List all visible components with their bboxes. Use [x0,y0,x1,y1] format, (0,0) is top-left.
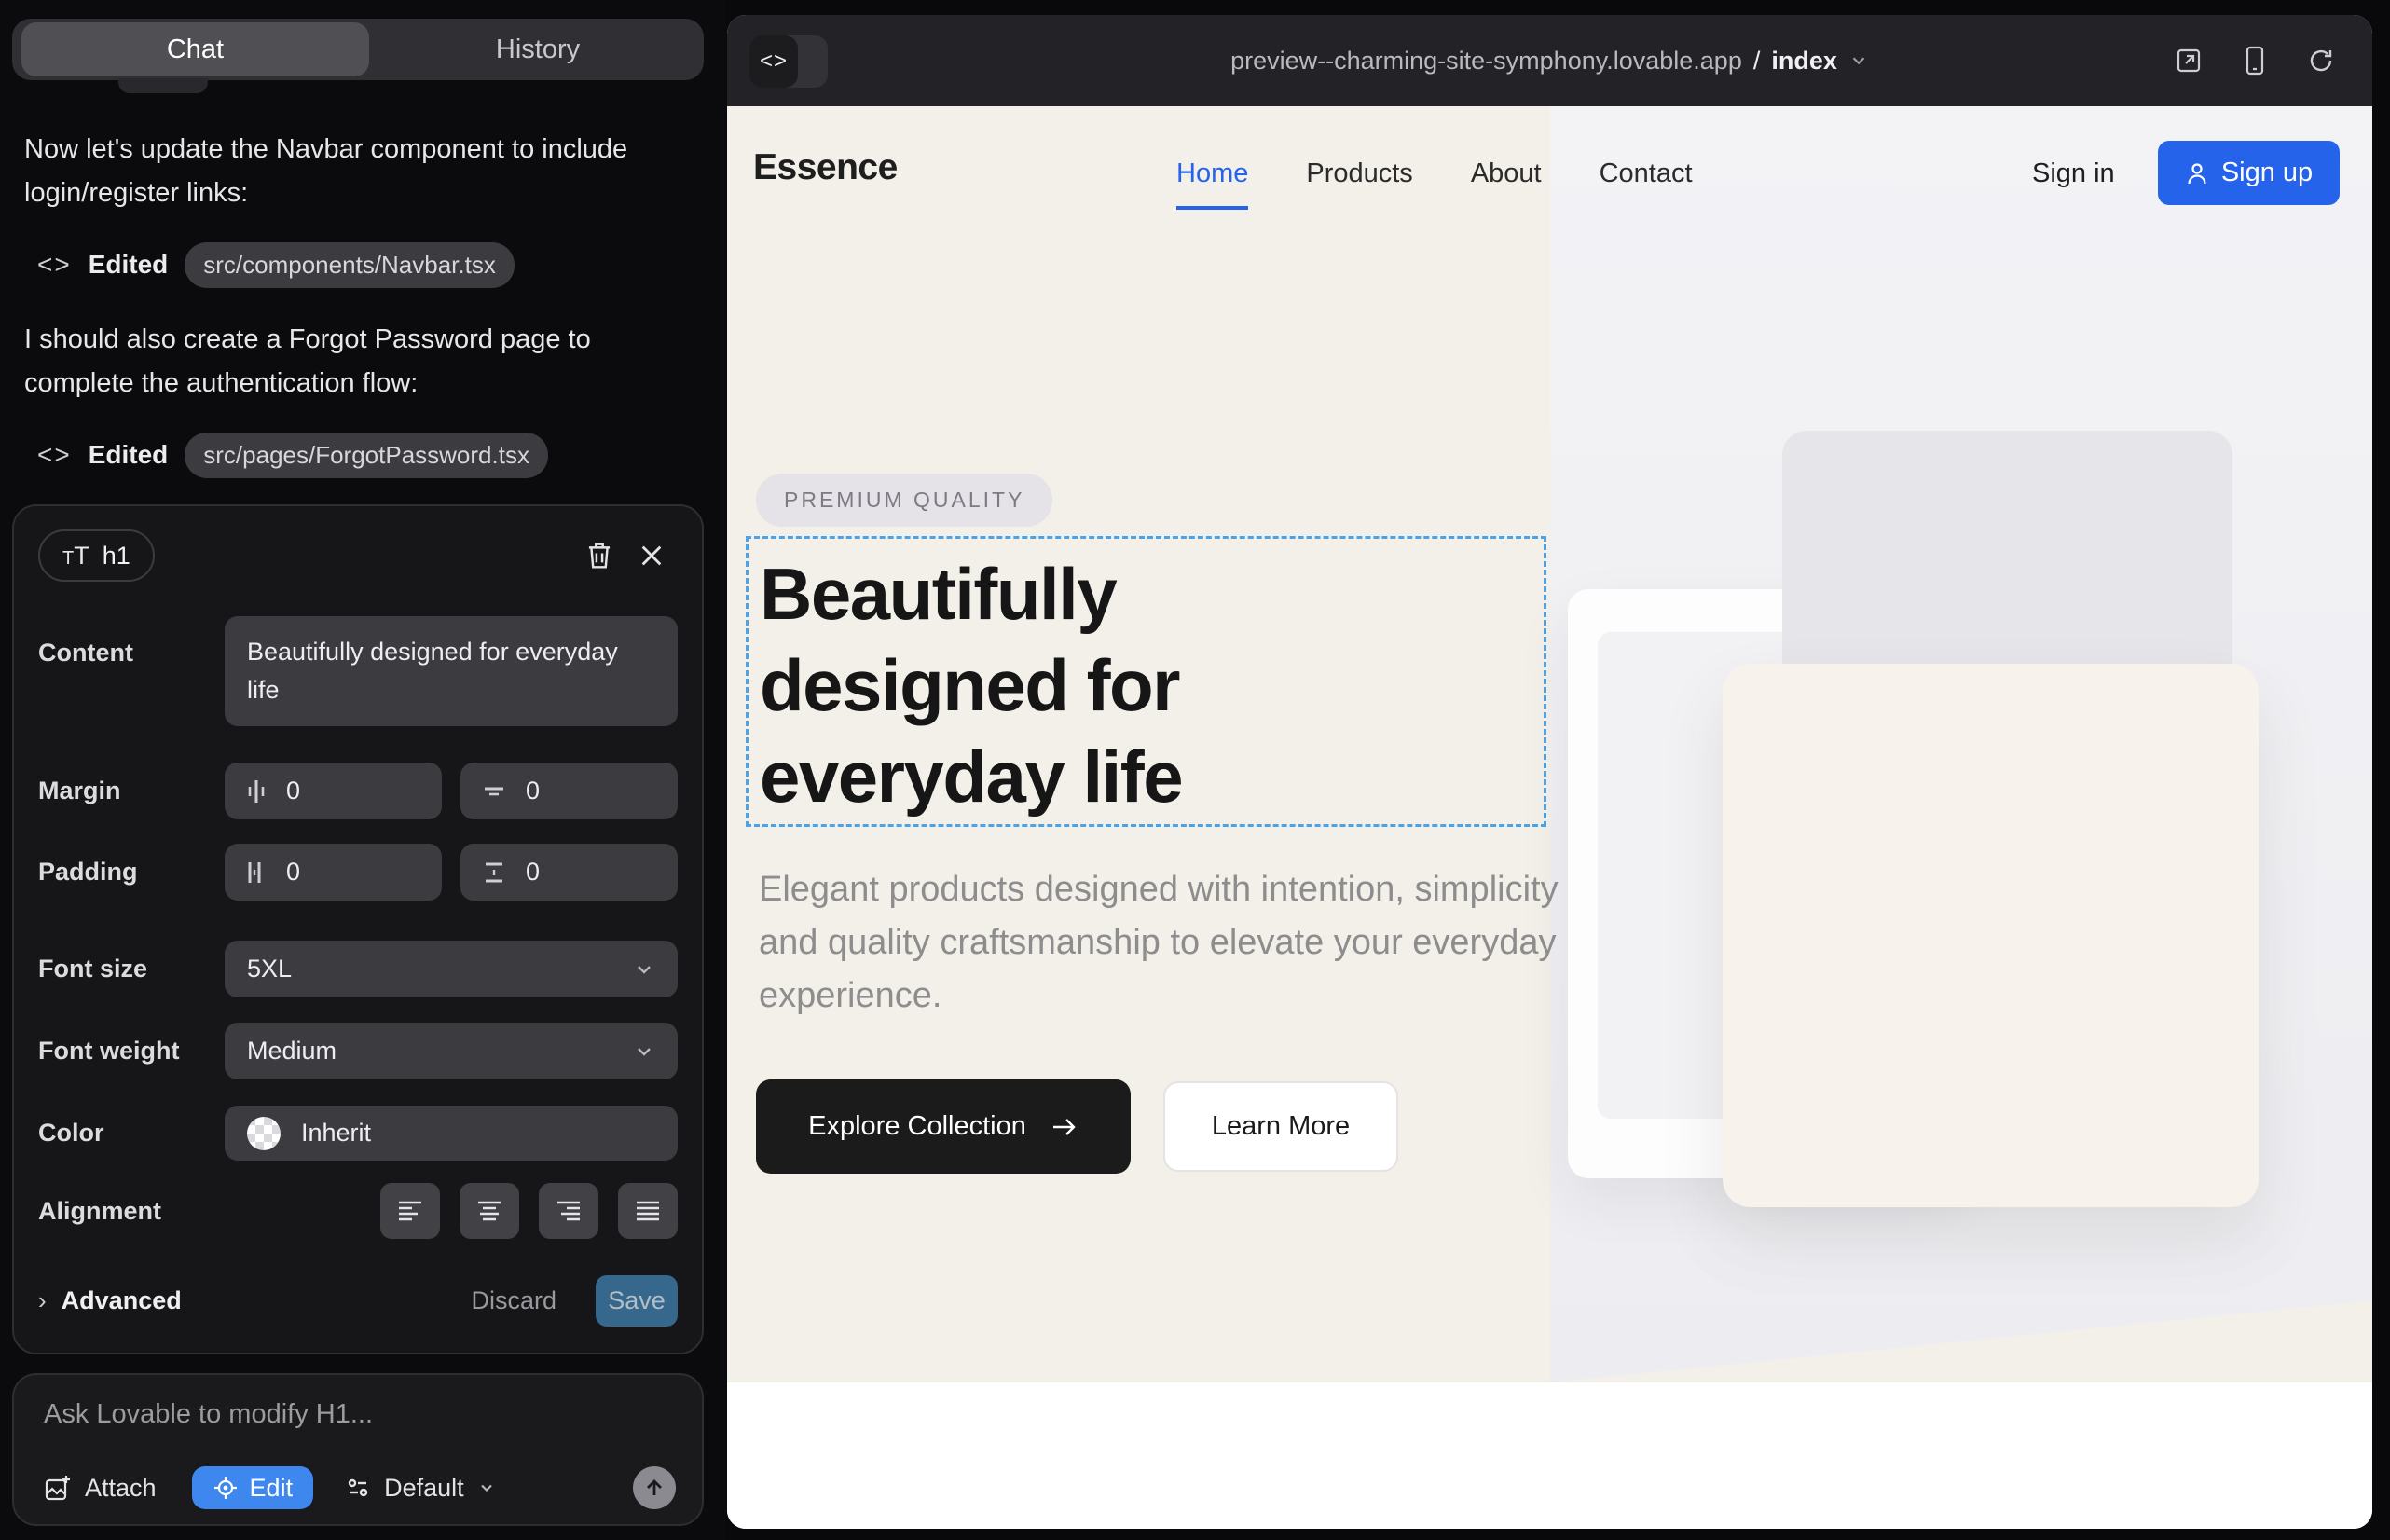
advanced-toggle[interactable]: › Advanced [38,1286,182,1315]
url-host: preview--charming-site-symphony.lovable.… [1230,47,1742,76]
open-external-icon[interactable] [2175,47,2203,75]
preview-toolbar: <> preview--charming-site-symphony.lovab… [727,15,2372,106]
nav-link-products[interactable]: Products [1306,158,1412,189]
element-tag-pill[interactable]: TT h1 [38,529,155,582]
margin-vertical-icon [481,780,507,803]
margin-x-input[interactable]: 0 [225,763,442,819]
sign-up-button[interactable]: Sign up [2158,141,2340,205]
code-icon: <> [37,250,72,280]
align-right-icon [554,1198,584,1224]
sliders-icon [345,1475,371,1501]
align-left-icon [395,1198,425,1224]
align-center-icon [474,1198,504,1224]
code-icon: <> [37,440,72,470]
align-justify-button[interactable] [618,1183,678,1239]
content-label: Content [38,616,225,667]
url-path: index [1771,47,1837,76]
explore-collection-button[interactable]: Explore Collection [756,1079,1131,1174]
element-editor-panel: TT h1 Content Beautifully designed for e… [12,504,704,1354]
target-icon [213,1475,239,1501]
decor-card-peach [1723,664,2259,1207]
edit-mode-button[interactable]: Edit [192,1466,314,1509]
align-left-button[interactable] [380,1183,440,1239]
edited-file-row[interactable]: <> Edited src/components/Navbar.tsx [37,242,515,287]
font-weight-label: Font weight [38,1037,225,1066]
model-default-button[interactable]: Default [345,1474,496,1503]
chat-composer: Attach Edit Default [12,1373,704,1526]
content-input[interactable]: Beautifully designed for everyday life [225,616,678,726]
mobile-view-icon[interactable] [2244,46,2266,76]
clipped-message-pill [118,78,208,93]
margin-label: Margin [38,777,225,805]
tab-history[interactable]: History [369,19,707,80]
trash-icon [585,541,613,571]
preview-window: <> preview--charming-site-symphony.lovab… [727,15,2372,1529]
close-panel-button[interactable] [625,529,678,582]
file-pill[interactable]: src/pages/ForgotPassword.tsx [185,433,548,478]
padding-y-input[interactable]: 0 [460,844,678,901]
edited-label: Edited [89,250,169,280]
nav-link-about[interactable]: About [1471,158,1542,189]
align-justify-icon [633,1198,663,1224]
chat-message: Now let's update the Navbar component to… [24,128,647,215]
chevron-down-icon [633,958,655,981]
site-nav: Home Products About Contact [1176,158,1693,189]
margin-horizontal-icon [245,778,268,804]
edited-file-row[interactable]: <> Edited src/pages/ForgotPassword.tsx [37,433,548,477]
site-preview: Essence Home Products About Contact Sign… [727,106,2372,1529]
user-icon [2185,161,2209,186]
chevron-down-icon [477,1478,496,1497]
hero-paragraph: Elegant products designed with intention… [759,863,1626,1023]
url-separator: / [1753,47,1761,76]
attach-image-icon [44,1474,72,1502]
refresh-icon[interactable] [2307,47,2335,75]
font-size-select[interactable]: 5XL [225,941,678,997]
chevron-down-icon [633,1040,655,1063]
discard-button[interactable]: Discard [471,1286,556,1315]
padding-x-input[interactable]: 0 [225,844,442,901]
edited-label: Edited [89,440,169,470]
color-swatch [247,1117,281,1150]
typography-icon: TT [62,542,89,571]
hero-headline: Beautifully designed for everyday life [749,539,1544,822]
chat-input[interactable] [44,1399,672,1430]
nav-link-contact[interactable]: Contact [1600,158,1693,189]
color-label: Color [38,1119,225,1148]
alignment-label: Alignment [38,1197,225,1226]
attach-button[interactable]: Attach [44,1474,157,1503]
learn-more-button[interactable]: Learn More [1163,1081,1398,1172]
lovable-sidebar: Chat History Now let's update the Navbar… [0,0,726,1540]
font-size-label: Font size [38,955,225,983]
site-logo[interactable]: Essence [753,147,898,188]
arrow-up-icon [643,1477,666,1499]
file-pill[interactable]: src/components/Navbar.tsx [185,242,515,288]
chevron-down-icon [1848,50,1869,71]
padding-label: Padding [38,858,225,887]
arrow-right-icon [1051,1115,1078,1139]
element-tag: h1 [103,542,130,571]
chevron-right-icon: › [38,1286,47,1315]
sign-in-link[interactable]: Sign in [2032,158,2115,189]
align-center-button[interactable] [460,1183,519,1239]
section-below-hero [727,1382,2372,1529]
padding-horizontal-icon [245,859,268,886]
chat-message: I should also create a Forgot Password p… [24,318,647,406]
hero-section: Essence Home Products About Contact Sign… [727,106,2372,1382]
padding-vertical-icon [481,860,507,885]
h1-selection-outline[interactable]: Beautifully designed for everyday life [746,536,1546,827]
font-weight-select[interactable]: Medium [225,1023,678,1079]
url-bar[interactable]: preview--charming-site-symphony.lovable.… [727,15,2372,106]
align-right-button[interactable] [539,1183,598,1239]
delete-element-button[interactable] [573,529,625,582]
color-select[interactable]: Inherit [225,1106,678,1161]
margin-y-input[interactable]: 0 [460,763,678,819]
save-button[interactable]: Save [596,1275,678,1327]
nav-link-home[interactable]: Home [1176,158,1248,189]
chat-history-tabbar: Chat History [12,19,704,80]
premium-quality-badge: PREMIUM QUALITY [756,474,1052,527]
send-button[interactable] [633,1466,676,1509]
tab-chat[interactable]: Chat [21,22,369,76]
close-icon [639,543,665,569]
